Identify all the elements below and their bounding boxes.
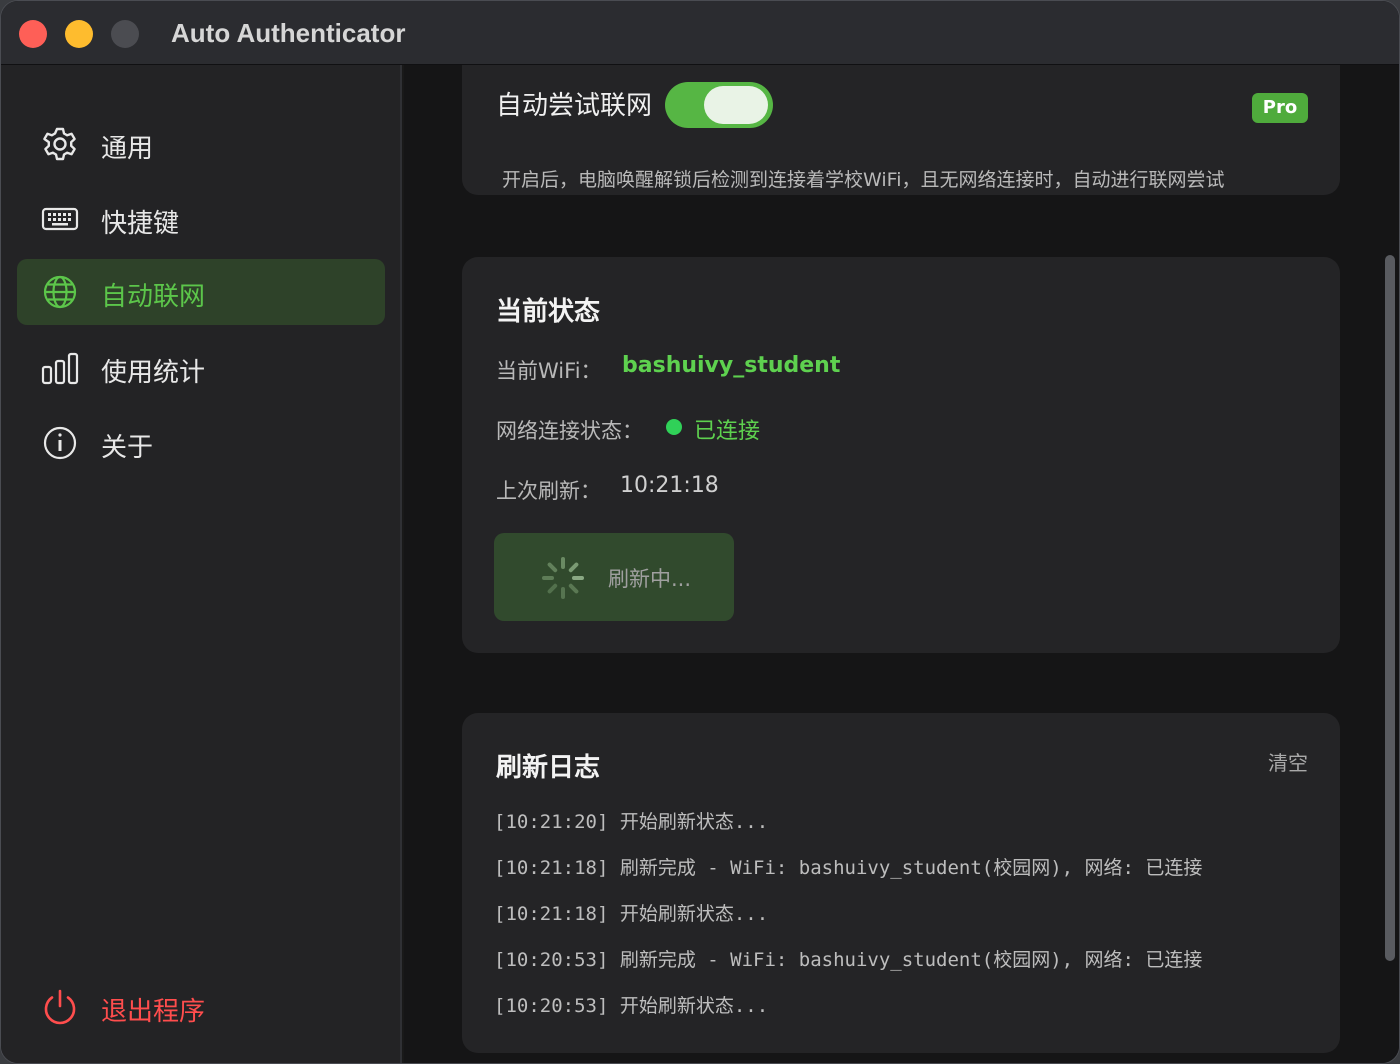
window-title: Auto Authenticator: [171, 18, 406, 48]
main-content: 自动尝试联网 Pro 开启后，电脑唤醒解锁后检测到连接着学校WiFi，且无网络连…: [404, 65, 1399, 1063]
log-line: [10:21:18] 刷新完成 - WiFi: bashuivy_student…: [494, 857, 1203, 879]
spinner-icon: [540, 555, 586, 601]
minimize-window-button[interactable]: [65, 20, 93, 48]
auto-connect-card: 自动尝试联网 Pro 开启后，电脑唤醒解锁后检测到连接着学校WiFi，且无网络连…: [462, 65, 1340, 195]
status-card: 当前状态 当前WiFi： bashuivy_student 网络连接状态： 已连…: [462, 257, 1340, 653]
sidebar: 通用 快捷键 自动联网 使用统计 关于 退出程序: [1, 65, 402, 1063]
sidebar-item-shortcuts[interactable]: 快捷键: [17, 186, 385, 252]
last-refresh-label: 上次刷新：: [496, 479, 601, 503]
sidebar-item-general[interactable]: 通用: [17, 111, 385, 177]
network-status-value: 已连接: [694, 419, 761, 444]
network-status-label: 网络连接状态：: [496, 419, 643, 443]
log-title: 刷新日志: [496, 753, 601, 783]
quit-label: 退出程序: [101, 997, 206, 1027]
refresh-button-label: 刷新中...: [608, 567, 692, 591]
log-line: [10:20:53] 开始刷新状态...: [494, 995, 769, 1017]
log-line: [10:20:53] 刷新完成 - WiFi: bashuivy_student…: [494, 949, 1203, 971]
info-icon: [41, 424, 79, 462]
globe-icon: [41, 273, 79, 311]
sidebar-item-statistics[interactable]: 使用统计: [17, 335, 385, 401]
sidebar-item-label: 通用: [101, 134, 154, 164]
bar-chart-icon: [41, 349, 79, 387]
zoom-window-button[interactable]: [111, 20, 139, 48]
quit-button[interactable]: 退出程序: [17, 974, 385, 1040]
sidebar-item-label: 快捷键: [101, 209, 180, 239]
status-title: 当前状态: [496, 297, 601, 327]
auto-connect-label: 自动尝试联网: [496, 91, 653, 121]
sidebar-item-auto-connect[interactable]: 自动联网: [17, 259, 385, 325]
scrollbar-thumb[interactable]: [1385, 255, 1395, 961]
gear-icon: [41, 125, 79, 163]
toggle-knob: [704, 86, 768, 124]
title-bar: Auto Authenticator: [1, 1, 1399, 65]
log-line: [10:21:20] 开始刷新状态...: [494, 811, 769, 833]
auto-connect-toggle[interactable]: [665, 82, 773, 128]
wifi-label: 当前WiFi：: [496, 359, 602, 383]
wifi-value: bashuivy_student: [622, 353, 841, 378]
sidebar-item-label: 关于: [101, 433, 154, 463]
sidebar-item-about[interactable]: 关于: [17, 410, 385, 476]
log-line: [10:21:18] 开始刷新状态...: [494, 903, 769, 925]
connected-dot-icon: [666, 419, 682, 435]
log-card: 刷新日志 清空 [10:21:20] 开始刷新状态... [10:21:18] …: [462, 713, 1340, 1053]
pro-badge: Pro: [1252, 93, 1308, 123]
clear-log-button[interactable]: 清空: [1268, 747, 1308, 776]
refresh-button[interactable]: 刷新中...: [494, 533, 734, 621]
keyboard-icon: [41, 200, 79, 238]
last-refresh-value: 10:21:18: [620, 473, 719, 498]
close-window-button[interactable]: [19, 20, 47, 48]
sidebar-item-label: 自动联网: [101, 282, 206, 312]
scrollbar[interactable]: [1385, 255, 1395, 1025]
sidebar-item-label: 使用统计: [101, 358, 206, 388]
power-icon: [41, 988, 79, 1026]
app-window: Auto Authenticator 通用 快捷键 自动联网 使用统计 关于 退…: [0, 0, 1400, 1064]
auto-connect-description: 开启后，电脑唤醒解锁后检测到连接着学校WiFi，且无网络连接时，自动进行联网尝试: [502, 169, 1225, 191]
